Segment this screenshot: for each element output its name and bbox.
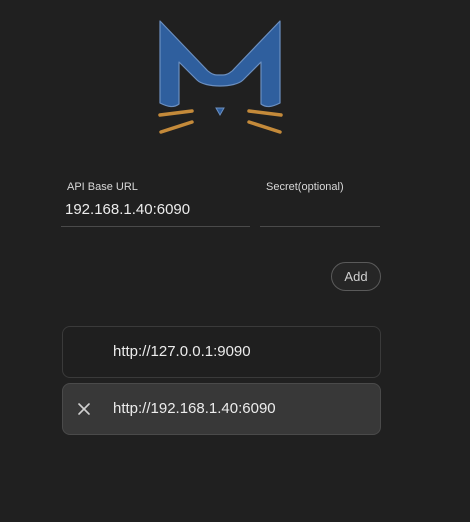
api-base-url-input[interactable] <box>61 199 250 227</box>
backend-item-selected[interactable]: http://192.168.1.40:6090 <box>62 383 381 435</box>
close-icon[interactable] <box>76 401 92 417</box>
api-base-url-group: API Base URL <box>61 180 250 227</box>
cat-m-logo-icon <box>158 20 283 134</box>
backend-url: http://192.168.1.40:6090 <box>113 400 276 417</box>
api-base-url-label: API Base URL <box>67 181 138 193</box>
secret-label: Secret(optional) <box>266 181 344 193</box>
secret-group: Secret(optional) <box>260 180 380 227</box>
backend-item[interactable]: http://127.0.0.1:9090 <box>62 326 381 378</box>
add-button[interactable]: Add <box>331 262 381 291</box>
secret-input[interactable] <box>260 199 380 227</box>
backend-url: http://127.0.0.1:9090 <box>113 343 251 360</box>
